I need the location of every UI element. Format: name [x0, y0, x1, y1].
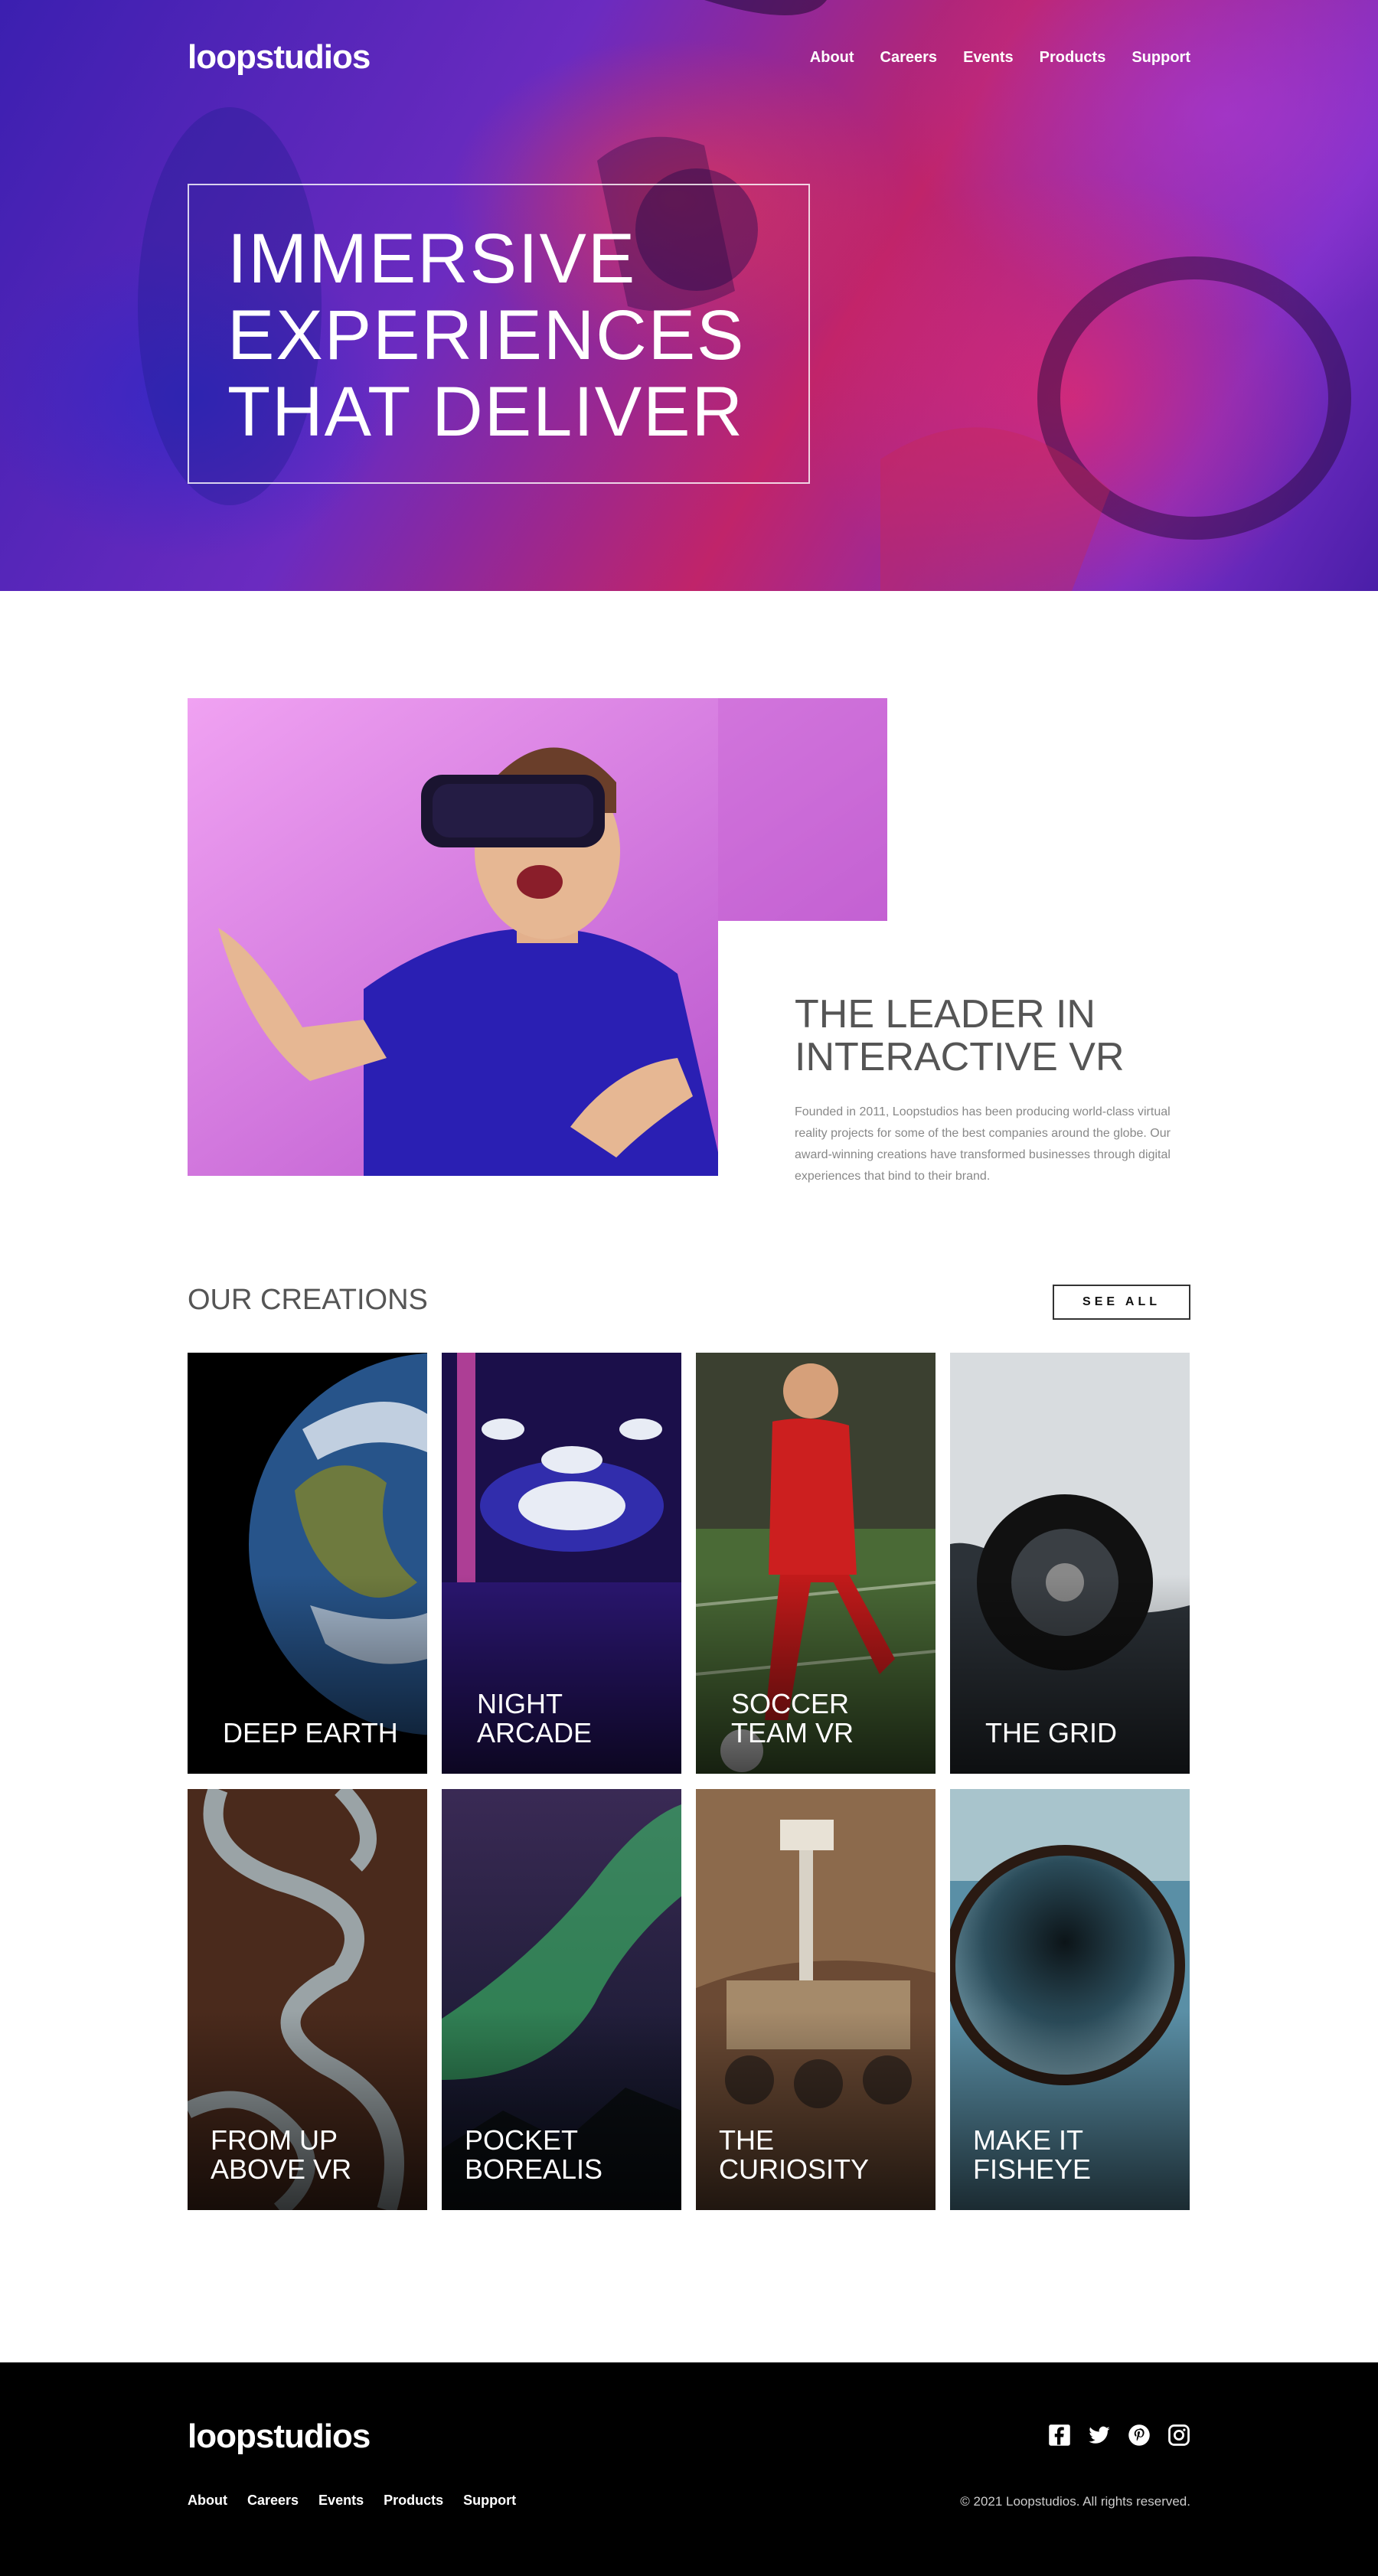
card-title: NIGHT ARCADE [477, 1688, 593, 1748]
creation-card-from-up-above-vr[interactable]: FROM UP ABOVE VR [188, 1789, 427, 2210]
footer: loopstudios About Careers Events Product… [0, 2362, 1378, 2576]
card-title: THE CURIOSITY [719, 2124, 870, 2185]
footer-link-support[interactable]: Support [463, 2493, 516, 2509]
hero-headline: IMMERSIVE EXPERIENCES THAT DELIVER [227, 220, 746, 451]
facebook-icon[interactable] [1048, 2424, 1071, 2447]
card-title: SOCCER TEAM VR [731, 1688, 854, 1748]
hero-section: loopstudios About Careers Events Product… [0, 0, 1378, 591]
creation-card-deep-earth[interactable]: DEEP EARTH [188, 1353, 427, 1774]
creations-heading: OUR CREATIONS [188, 1284, 428, 1316]
creation-card-the-grid[interactable]: THE GRID [950, 1353, 1190, 1774]
footer-nav: About Careers Events Products Support [188, 2493, 516, 2509]
creation-card-soccer-team-vr[interactable]: SOCCER TEAM VR [696, 1353, 936, 1774]
nav-link-support[interactable]: Support [1131, 49, 1190, 67]
header-logo[interactable]: loopstudios [188, 38, 371, 77]
nav-link-about[interactable]: About [810, 49, 854, 67]
about-heading: THE LEADER IN INTERACTIVE VR [795, 992, 1125, 1079]
about-body: Founded in 2011, Loopstudios has been pr… [795, 1105, 1171, 1183]
social-links [1048, 2424, 1190, 2447]
hero-headline-box: IMMERSIVE EXPERIENCES THAT DELIVER [188, 184, 810, 484]
footer-link-about[interactable]: About [188, 2493, 227, 2509]
card-title: THE GRID [985, 1717, 1118, 1748]
nav-link-careers[interactable]: Careers [880, 49, 938, 67]
footer-link-events[interactable]: Events [318, 2493, 364, 2509]
creation-card-pocket-borealis[interactable]: POCKET BOREALIS [442, 1789, 681, 2210]
card-title: MAKE IT FISHEYE [973, 2124, 1092, 2185]
creation-card-night-arcade[interactable]: NIGHT ARCADE [442, 1353, 681, 1774]
nav-link-products[interactable]: Products [1040, 49, 1106, 67]
nav-link-events[interactable]: Events [963, 49, 1014, 67]
see-all-button[interactable]: SEE ALL [1053, 1285, 1190, 1320]
instagram-icon[interactable] [1167, 2424, 1190, 2447]
copyright-text: © 2021 Loopstudios. All rights reserved. [960, 2494, 1190, 2509]
card-title: FROM UP ABOVE VR [211, 2124, 352, 2185]
footer-logo[interactable]: loopstudios [188, 2418, 371, 2456]
footer-link-products[interactable]: Products [384, 2493, 443, 2509]
creation-card-the-curiosity[interactable]: THE CURIOSITY [696, 1789, 936, 2210]
header-nav: About Careers Events Products Support [810, 49, 1190, 67]
footer-link-careers[interactable]: Careers [247, 2493, 299, 2509]
card-title: POCKET BOREALIS [465, 2124, 603, 2185]
card-title: DEEP EARTH [223, 1717, 398, 1748]
pinterest-icon[interactable] [1128, 2424, 1151, 2447]
about-text-block: THE LEADER IN INTERACTIVE VR Founded in … [718, 921, 1190, 1183]
creation-card-make-it-fisheye[interactable]: MAKE IT FISHEYE [950, 1789, 1190, 2210]
twitter-icon[interactable] [1088, 2424, 1111, 2447]
